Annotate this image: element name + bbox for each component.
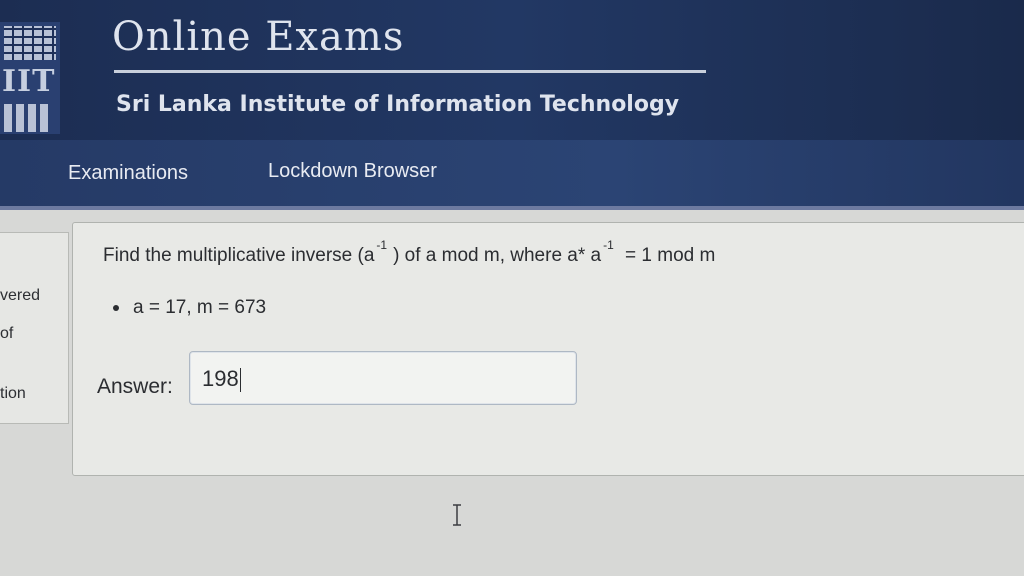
- question-text-part3: = 1 mod m: [619, 245, 716, 266]
- parameters-text: a = 17, m = 673: [133, 297, 267, 318]
- quiz-info-panel: vered of tion: [0, 232, 69, 424]
- bullet-icon: [113, 304, 119, 311]
- ibeam-cursor-icon: [453, 504, 461, 526]
- question-text: Find the multiplicative inverse (a -1) of…: [103, 238, 716, 267]
- answer-value: 198: [202, 366, 239, 391]
- side-text-3: tion: [0, 385, 26, 402]
- site-header: IIT Online Exams Sri Lanka Institute of …: [0, 0, 1024, 140]
- question-parameters: a = 17, m = 673: [113, 297, 266, 319]
- question-panel: Find the multiplicative inverse (a -1) of…: [72, 222, 1024, 526]
- side-text-1: vered: [0, 287, 41, 304]
- sliit-logo: IIT: [0, 22, 60, 134]
- logo-text: IIT: [2, 64, 56, 99]
- logo-emblem-icon: [4, 26, 56, 60]
- superscript-1: -1: [376, 238, 388, 252]
- logo-bars-icon: [4, 104, 52, 132]
- question-text-part2: ) of a mod m, where a* a: [393, 245, 602, 266]
- answer-label: Answer:: [97, 375, 173, 398]
- institute-name: Sri Lanka Institute of Information Techn…: [116, 92, 680, 117]
- title-divider: [114, 70, 706, 73]
- question-text-part1: Find the multiplicative inverse (a: [103, 245, 375, 266]
- answer-input[interactable]: 198: [189, 351, 577, 526]
- nav-item-examinations[interactable]: Examinations: [68, 162, 188, 185]
- text-caret: [239, 368, 241, 393]
- nav-item-lockdown-browser[interactable]: Lockdown Browser: [268, 160, 437, 183]
- side-text-2: of: [0, 325, 14, 342]
- superscript-2: -1: [603, 238, 614, 252]
- page-title: Online Exams: [112, 14, 405, 60]
- top-nav: Examinations Lockdown Browser: [0, 140, 1024, 210]
